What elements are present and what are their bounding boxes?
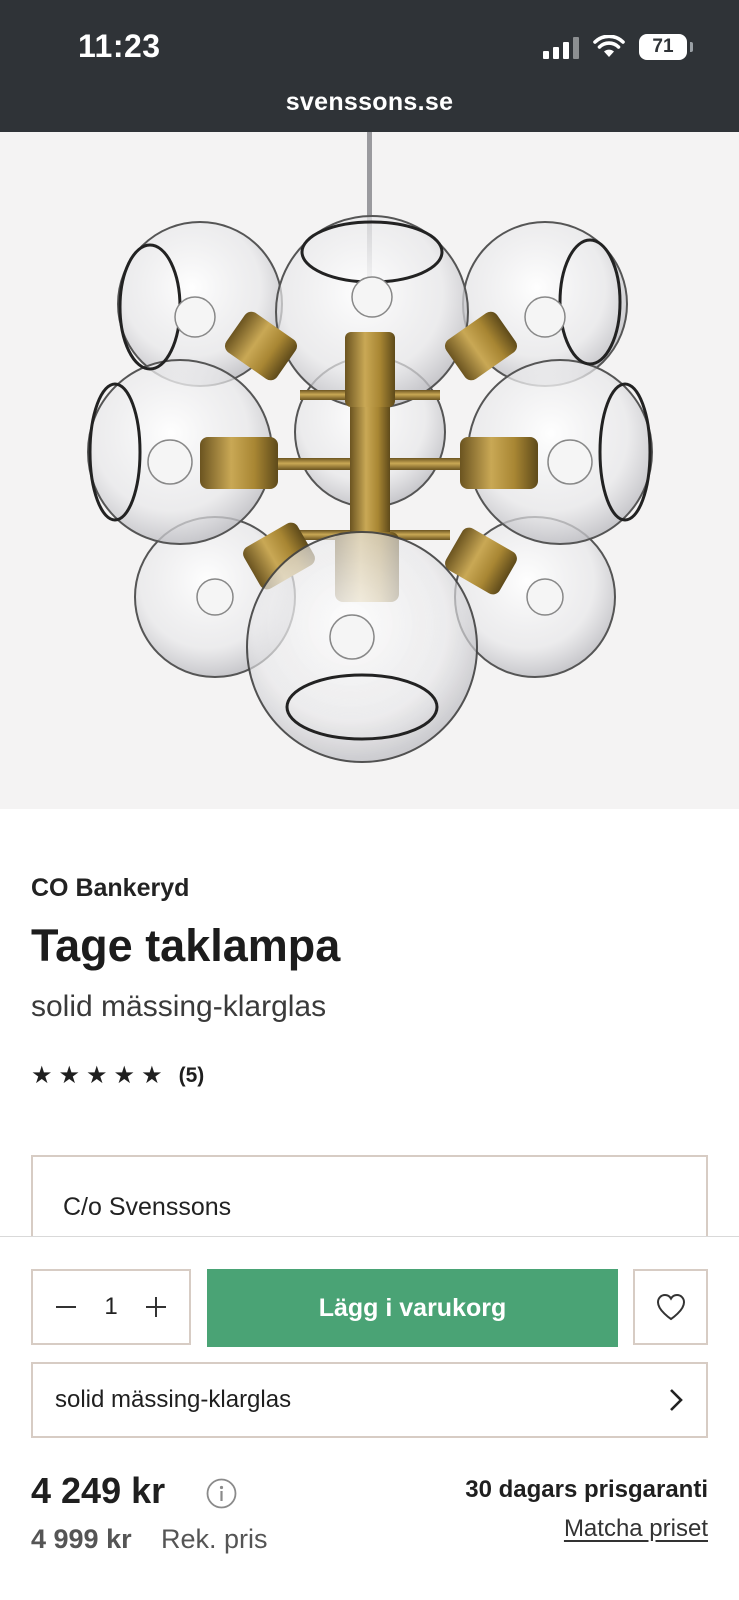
product-title: Tage taklampa bbox=[31, 920, 341, 971]
variant-selector-label: solid mässing-klarglas bbox=[55, 1386, 292, 1413]
minus-icon bbox=[56, 1305, 76, 1308]
recommended-price: 4 999 kr bbox=[31, 1524, 132, 1554]
star-icon: ★ bbox=[141, 1062, 163, 1089]
chevron-right-icon bbox=[670, 1389, 683, 1411]
price-guarantee: 30 dagars prisgaranti bbox=[465, 1476, 708, 1503]
star-icon: ★ bbox=[86, 1062, 108, 1089]
chandelier-illustration bbox=[87, 132, 653, 763]
battery-level: 71 bbox=[652, 36, 674, 57]
match-price-link[interactable]: Matcha priset bbox=[564, 1515, 708, 1543]
star-icon: ★ bbox=[113, 1062, 136, 1089]
info-icon[interactable] bbox=[206, 1478, 237, 1509]
plus-icon bbox=[145, 1296, 166, 1317]
wishlist-button[interactable] bbox=[633, 1269, 708, 1345]
address-bar-url[interactable]: svenssons.se bbox=[0, 88, 739, 117]
status-time: 11:23 bbox=[78, 28, 161, 64]
product-variant-subtitle: solid mässing-klarglas bbox=[31, 990, 327, 1023]
status-icons: 71 bbox=[543, 34, 693, 60]
wifi-icon bbox=[593, 35, 625, 57]
status-bar: 11:23 71 svenssons.se bbox=[0, 0, 739, 132]
product-image[interactable] bbox=[0, 132, 739, 809]
seller-name: C/o Svenssons bbox=[63, 1193, 232, 1221]
quantity-plus-button[interactable] bbox=[141, 1289, 171, 1326]
rating-stars: ★ ★ ★ ★ ★ bbox=[31, 1062, 163, 1090]
product-brand[interactable]: CO Bankeryd bbox=[31, 874, 189, 903]
heart-icon bbox=[656, 1293, 685, 1321]
review-count: (5) bbox=[178, 1064, 205, 1087]
star-icon: ★ bbox=[58, 1062, 81, 1089]
cellular-signal-icon bbox=[543, 35, 579, 59]
quantity-value[interactable]: 1 bbox=[104, 1293, 117, 1321]
recommended-price-label: Rek. pris bbox=[161, 1524, 268, 1554]
battery-icon: 71 bbox=[639, 34, 693, 60]
current-price: 4 249 kr bbox=[31, 1470, 166, 1511]
variant-selector[interactable]: solid mässing-klarglas bbox=[31, 1362, 708, 1438]
product-rating[interactable]: ★ ★ ★ ★ ★ (5) bbox=[31, 1062, 204, 1090]
star-icon: ★ bbox=[31, 1062, 53, 1089]
quantity-minus-button[interactable] bbox=[51, 1289, 81, 1326]
add-to-cart-button[interactable]: Lägg i varukorg bbox=[207, 1269, 618, 1347]
quantity-stepper: 1 bbox=[31, 1269, 191, 1345]
